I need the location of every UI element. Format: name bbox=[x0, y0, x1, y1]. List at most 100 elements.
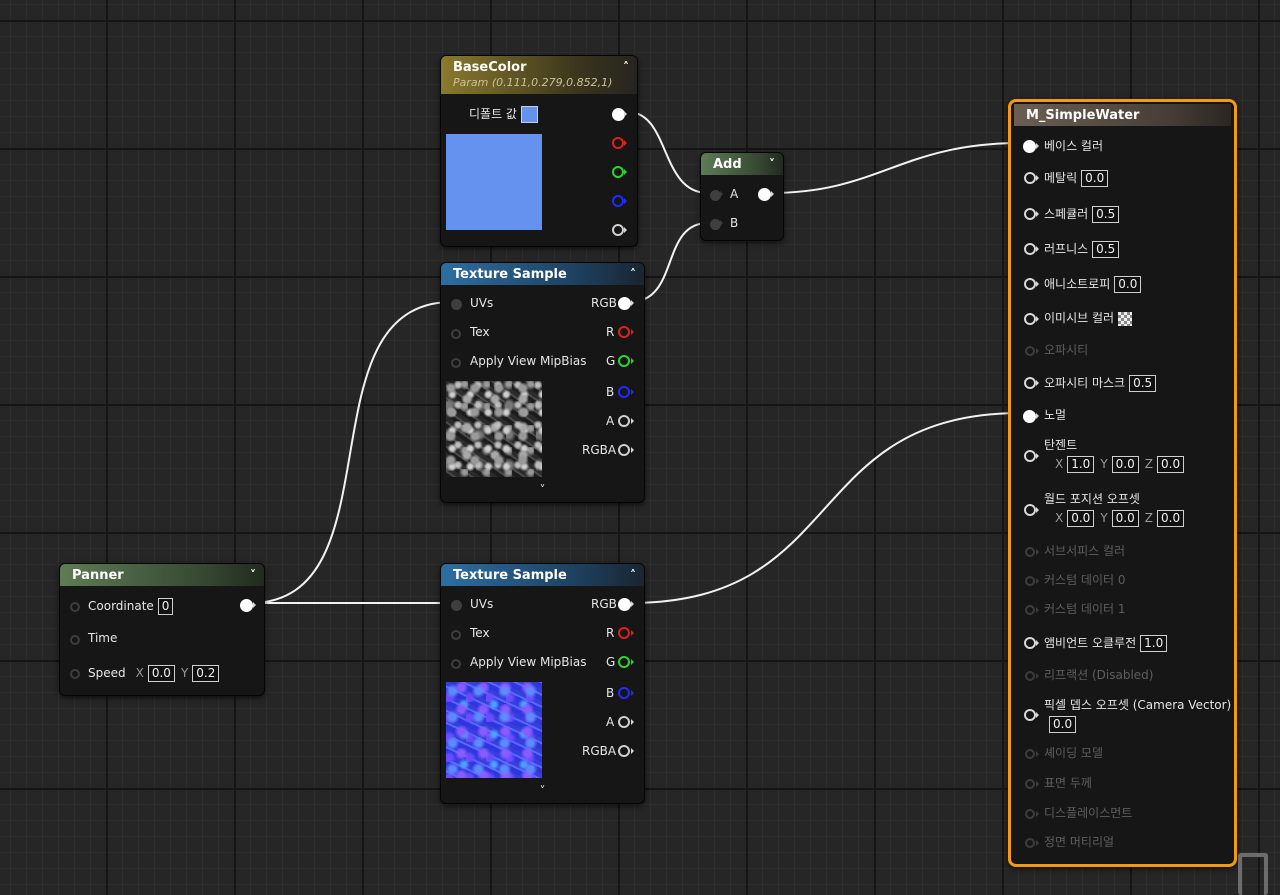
output-b-pin[interactable] bbox=[618, 386, 630, 398]
wpo-z-field[interactable]: 0.0 bbox=[1157, 510, 1185, 527]
output-r-label: R bbox=[606, 325, 615, 339]
collapse-chevron-down-icon[interactable]: ˅ bbox=[769, 157, 775, 171]
ambient-occlusion-value-field[interactable]: 1.0 bbox=[1140, 635, 1168, 652]
opacity-mask-pin[interactable] bbox=[1024, 377, 1036, 389]
collapse-chevron-up-icon[interactable]: ˄ bbox=[630, 267, 636, 281]
expand-chevron-down-icon[interactable]: ˅ bbox=[540, 483, 546, 497]
output-g-pin[interactable] bbox=[618, 656, 630, 668]
output-b-pin[interactable] bbox=[612, 195, 624, 207]
output-pin[interactable] bbox=[758, 188, 771, 201]
add-node-header[interactable]: Add ˅ bbox=[701, 153, 783, 175]
wpo-x-field[interactable]: 0.0 bbox=[1067, 510, 1095, 527]
base-color-pin[interactable] bbox=[1023, 140, 1036, 153]
metallic-value-field[interactable]: 0.0 bbox=[1081, 170, 1109, 187]
output-rgb-pin[interactable] bbox=[618, 297, 631, 310]
input-mipbias-pin[interactable] bbox=[451, 358, 461, 368]
material-node-header[interactable]: M_SimpleWater bbox=[1014, 104, 1231, 126]
opacity-mask-value-field[interactable]: 0.5 bbox=[1129, 375, 1157, 392]
input-uvs-pin[interactable] bbox=[451, 299, 462, 310]
coordinate-value-field[interactable]: 0 bbox=[157, 598, 174, 615]
texture-sample-1-header[interactable]: Texture Sample ˄ bbox=[441, 263, 644, 285]
output-rgba-pin[interactable] bbox=[618, 745, 630, 757]
wpo-y-field[interactable]: 0.0 bbox=[1111, 510, 1139, 527]
front-material-pin[interactable] bbox=[1025, 838, 1035, 848]
input-uvs-pin[interactable] bbox=[451, 600, 462, 611]
add-node[interactable]: Add ˅ A B bbox=[700, 152, 784, 241]
output-g-pin[interactable] bbox=[618, 355, 630, 367]
input-tex-label: Tex bbox=[470, 325, 490, 339]
collapse-chevron-down-icon[interactable]: ˅ bbox=[250, 568, 256, 582]
input-tex-pin[interactable] bbox=[451, 630, 461, 640]
tangent-pin[interactable] bbox=[1024, 450, 1036, 462]
input-mipbias-pin[interactable] bbox=[451, 659, 461, 669]
roughness-pin[interactable] bbox=[1024, 243, 1036, 255]
emissive-color-pin[interactable] bbox=[1024, 313, 1036, 325]
tangent-x-field[interactable]: 1.0 bbox=[1067, 456, 1095, 473]
surface-thickness-pin[interactable] bbox=[1025, 779, 1035, 789]
input-tex-pin[interactable] bbox=[451, 329, 461, 339]
pixel-depth-offset-value-field[interactable]: 0.0 bbox=[1049, 716, 1077, 733]
pin-arrow bbox=[631, 719, 634, 725]
texture-sample-1-title: Texture Sample bbox=[453, 267, 567, 282]
specular-pin[interactable] bbox=[1024, 208, 1036, 220]
pin-arrow bbox=[631, 748, 634, 754]
panner-node[interactable]: Panner ˅ Coordinate 0 Time Speed X 0.0 Y 0.2 bbox=[59, 563, 265, 696]
output-a-pin[interactable] bbox=[618, 716, 630, 728]
texture-sample-node-2[interactable]: Texture Sample ˄ UVs Tex Apply View MipB… bbox=[440, 563, 645, 804]
emissive-color-swatch[interactable] bbox=[1118, 311, 1133, 326]
collapse-chevron-up-icon[interactable]: ˄ bbox=[623, 60, 629, 74]
output-r-pin[interactable] bbox=[618, 326, 630, 338]
material-result-node[interactable]: M_SimpleWater 베이스 컬러 메탈릭 0.0 스페큘러 0.5 러프니스… bbox=[1008, 99, 1237, 867]
default-color-swatch[interactable] bbox=[520, 106, 538, 123]
pixel-depth-offset-pin[interactable] bbox=[1024, 709, 1036, 721]
output-b-pin[interactable] bbox=[618, 687, 630, 699]
input-speed-pin[interactable] bbox=[70, 669, 80, 679]
expand-chevron-down-icon[interactable]: ˅ bbox=[540, 784, 546, 798]
refraction-label: 리프랙션 (Disabled) bbox=[1044, 668, 1154, 682]
shading-model-pin[interactable] bbox=[1025, 749, 1035, 759]
output-a-label: A bbox=[606, 414, 615, 428]
speed-x-field[interactable]: 0.0 bbox=[147, 665, 175, 682]
output-rgb-pin[interactable] bbox=[618, 598, 631, 611]
subsurface-color-pin[interactable] bbox=[1025, 547, 1035, 557]
tangent-z-field[interactable]: 0.0 bbox=[1157, 456, 1185, 473]
pin-arrow bbox=[631, 358, 634, 364]
ambient-occlusion-pin[interactable] bbox=[1024, 637, 1036, 649]
metallic-pin[interactable] bbox=[1024, 172, 1036, 184]
normal-pin[interactable] bbox=[1023, 410, 1036, 423]
input-tex-label: Tex bbox=[470, 626, 490, 640]
texture-sample-node-1[interactable]: Texture Sample ˄ UVs Tex Apply View MipB… bbox=[440, 262, 645, 503]
speed-y-field[interactable]: 0.2 bbox=[192, 665, 220, 682]
specular-value-field[interactable]: 0.5 bbox=[1092, 206, 1120, 223]
anisotropy-pin[interactable] bbox=[1024, 278, 1036, 290]
output-a-pin[interactable] bbox=[618, 415, 630, 427]
output-r-pin[interactable] bbox=[618, 627, 630, 639]
displacement-pin[interactable] bbox=[1025, 809, 1035, 819]
custom-data-1-pin[interactable] bbox=[1025, 605, 1035, 615]
basecolor-param-node[interactable]: BaseColor Param (0.111,0.279,0.852,1) ˄ … bbox=[440, 55, 638, 247]
anisotropy-value-field[interactable]: 0.0 bbox=[1114, 276, 1142, 293]
custom-data-0-pin[interactable] bbox=[1025, 576, 1035, 586]
collapse-chevron-up-icon[interactable]: ˄ bbox=[630, 568, 636, 582]
refraction-pin[interactable] bbox=[1025, 671, 1035, 681]
tangent-y-field[interactable]: 0.0 bbox=[1111, 456, 1139, 473]
texture-sample-2-header[interactable]: Texture Sample ˄ bbox=[441, 564, 644, 586]
input-coordinate-pin[interactable] bbox=[70, 602, 80, 612]
pin-arrow bbox=[1036, 840, 1039, 846]
wire-basecolor-to-add-a bbox=[627, 111, 709, 194]
texture-preview-normal-map bbox=[446, 682, 542, 778]
output-g-pin[interactable] bbox=[612, 166, 624, 178]
pin-arrow bbox=[631, 659, 634, 665]
world-position-offset-pin[interactable] bbox=[1024, 504, 1036, 516]
roughness-value-field[interactable]: 0.5 bbox=[1092, 241, 1120, 258]
input-b-label: B bbox=[730, 216, 739, 230]
output-pin[interactable] bbox=[240, 599, 253, 612]
panner-node-header[interactable]: Panner ˅ bbox=[60, 564, 264, 586]
input-time-pin[interactable] bbox=[70, 635, 80, 645]
opacity-pin[interactable] bbox=[1025, 346, 1035, 356]
output-rgba-pin[interactable] bbox=[618, 444, 630, 456]
output-rgba-label: RGBA bbox=[582, 744, 617, 758]
output-a-pin[interactable] bbox=[612, 224, 624, 236]
output-r-pin[interactable] bbox=[612, 137, 624, 149]
basecolor-node-header[interactable]: BaseColor Param (0.111,0.279,0.852,1) ˄ bbox=[441, 56, 637, 94]
